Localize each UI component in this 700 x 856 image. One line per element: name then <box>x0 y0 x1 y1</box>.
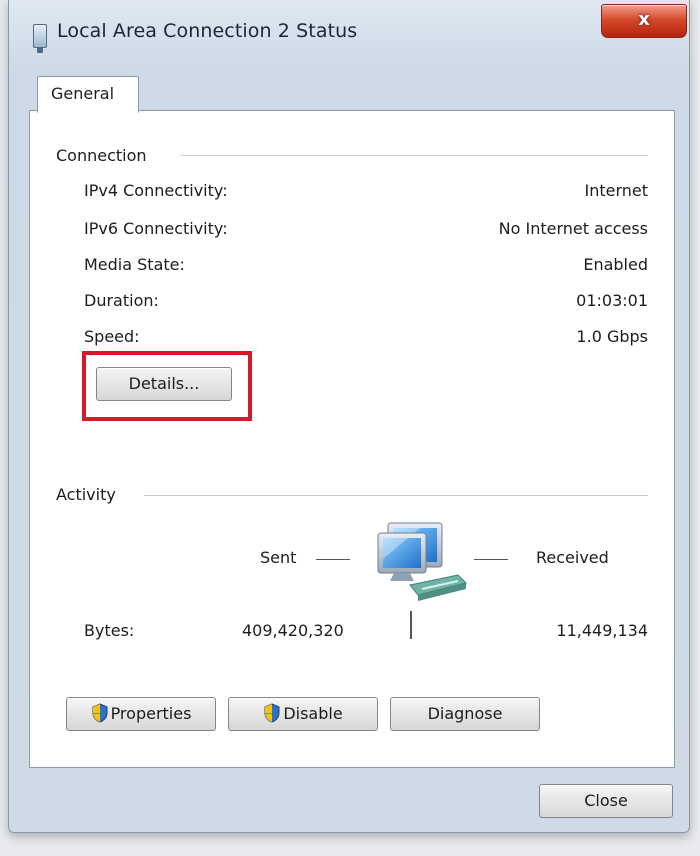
speed-value: 1.0 Gbps <box>576 327 648 346</box>
ipv4-connectivity-value: Internet <box>584 181 648 200</box>
media-state-value: Enabled <box>583 255 648 274</box>
bytes-divider <box>410 611 412 639</box>
tab-general[interactable]: General <box>37 76 139 113</box>
window-title: Local Area Connection 2 Status <box>57 20 358 42</box>
media-state-label: Media State: <box>84 255 185 274</box>
received-label: Received <box>536 548 609 567</box>
diagnose-button[interactable]: Diagnose <box>390 697 540 731</box>
duration-value: 01:03:01 <box>576 291 648 310</box>
bytes-label: Bytes: <box>84 621 135 640</box>
close-button[interactable]: Close <box>539 784 673 818</box>
disable-button[interactable]: Disable <box>228 697 378 731</box>
general-panel: Connection IPv4 Connectivity: Internet I… <box>29 110 675 768</box>
network-computer-icon <box>377 522 467 601</box>
ipv6-connectivity-label: IPv6 Connectivity: <box>84 219 228 238</box>
ipv6-connectivity-value: No Internet access <box>498 219 648 238</box>
activity-divider <box>144 495 648 496</box>
properties-label: Properties <box>110 704 192 723</box>
connection-group-label: Connection <box>56 146 155 165</box>
title-bar[interactable]: Local Area Connection 2 Status x <box>9 0 689 58</box>
properties-button[interactable]: Properties <box>66 697 216 731</box>
window-close-button[interactable]: x <box>601 4 687 38</box>
status-dialog: Local Area Connection 2 Status x General… <box>8 0 690 833</box>
duration-label: Duration: <box>84 291 159 310</box>
ipv4-connectivity-label: IPv4 Connectivity: <box>84 181 228 200</box>
sent-dash <box>316 559 350 560</box>
network-connection-icon <box>33 24 47 53</box>
disable-label: Disable <box>283 704 343 723</box>
received-dash <box>474 559 508 560</box>
details-button[interactable]: Details... <box>96 367 232 401</box>
speed-label: Speed: <box>84 327 140 346</box>
activity-group-label: Activity <box>56 485 124 504</box>
bytes-sent-value: 409,420,320 <box>242 621 344 640</box>
connection-divider <box>180 155 648 156</box>
sent-label: Sent <box>260 548 297 567</box>
uac-shield-icon <box>92 703 108 723</box>
bytes-received-value: 11,449,134 <box>556 621 648 640</box>
uac-shield-icon <box>264 703 280 723</box>
